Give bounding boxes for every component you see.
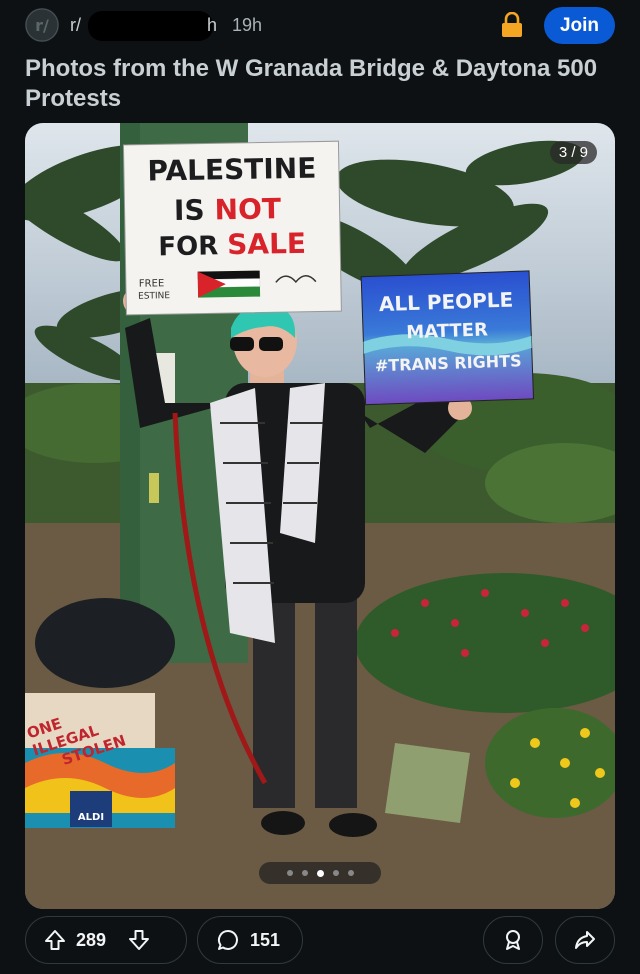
award-icon	[506, 930, 520, 950]
protest-photo: ALDI ONE ILLEGAL STOLEN PALESTINE IS NOT…	[25, 123, 615, 909]
subreddit-avatar-icon[interactable]: r/	[25, 8, 59, 42]
trans-sign-line-1: ALL PEOPLE	[379, 287, 514, 316]
award-button[interactable]	[483, 916, 543, 964]
sign-line-3-accent: SALE	[227, 227, 306, 261]
svg-text:r/: r/	[35, 16, 49, 35]
subreddit-name[interactable]: r/	[70, 15, 81, 36]
sign-line-1: PALESTINE	[147, 152, 316, 188]
upvote-arrow-icon[interactable]	[44, 929, 66, 951]
sign-line-2-accent: NOT	[214, 192, 281, 226]
sign-line-3-prefix: FOR	[158, 231, 218, 262]
bag-brand: ALDI	[78, 812, 104, 823]
sign-small-text-2: ESTINE	[138, 291, 170, 302]
trans-sign-line-2: MATTER	[406, 319, 488, 343]
post-title[interactable]: Photos from the W Granada Bridge & Dayto…	[25, 54, 615, 114]
sign-small-text-1: FREE	[139, 278, 165, 289]
carousel-dot[interactable]	[286, 870, 293, 876]
vote-count: 289	[76, 929, 107, 950]
carousel-dot[interactable]	[301, 870, 308, 876]
carousel-indicator[interactable]	[259, 862, 381, 884]
sign-line-2-prefix: IS	[174, 194, 205, 228]
carousel-dot-active[interactable]	[316, 869, 324, 877]
comment-button[interactable]: 151	[197, 916, 303, 964]
redaction-bar	[88, 11, 213, 41]
comment-bubble-icon	[217, 929, 238, 950]
vote-pill: 289	[25, 916, 187, 964]
share-arrow-icon	[575, 931, 595, 949]
carousel-dot[interactable]	[347, 870, 354, 876]
post-time: 19h	[232, 15, 263, 35]
carousel-dot[interactable]	[332, 870, 339, 876]
subreddit-name-tail[interactable]: h	[207, 15, 217, 36]
comment-count: 151	[250, 929, 281, 950]
image-counter: 3 / 9	[549, 141, 597, 164]
post-action-bar: 289 151	[25, 916, 615, 966]
lock-icon	[502, 12, 522, 37]
post-image[interactable]: ALDI ONE ILLEGAL STOLEN PALESTINE IS NOT…	[25, 123, 615, 909]
share-button[interactable]	[555, 916, 615, 964]
downvote-arrow-icon[interactable]	[128, 929, 150, 951]
join-button[interactable]: Join	[544, 7, 615, 44]
post-header: r/ r/ h 19h Join	[0, 0, 640, 52]
